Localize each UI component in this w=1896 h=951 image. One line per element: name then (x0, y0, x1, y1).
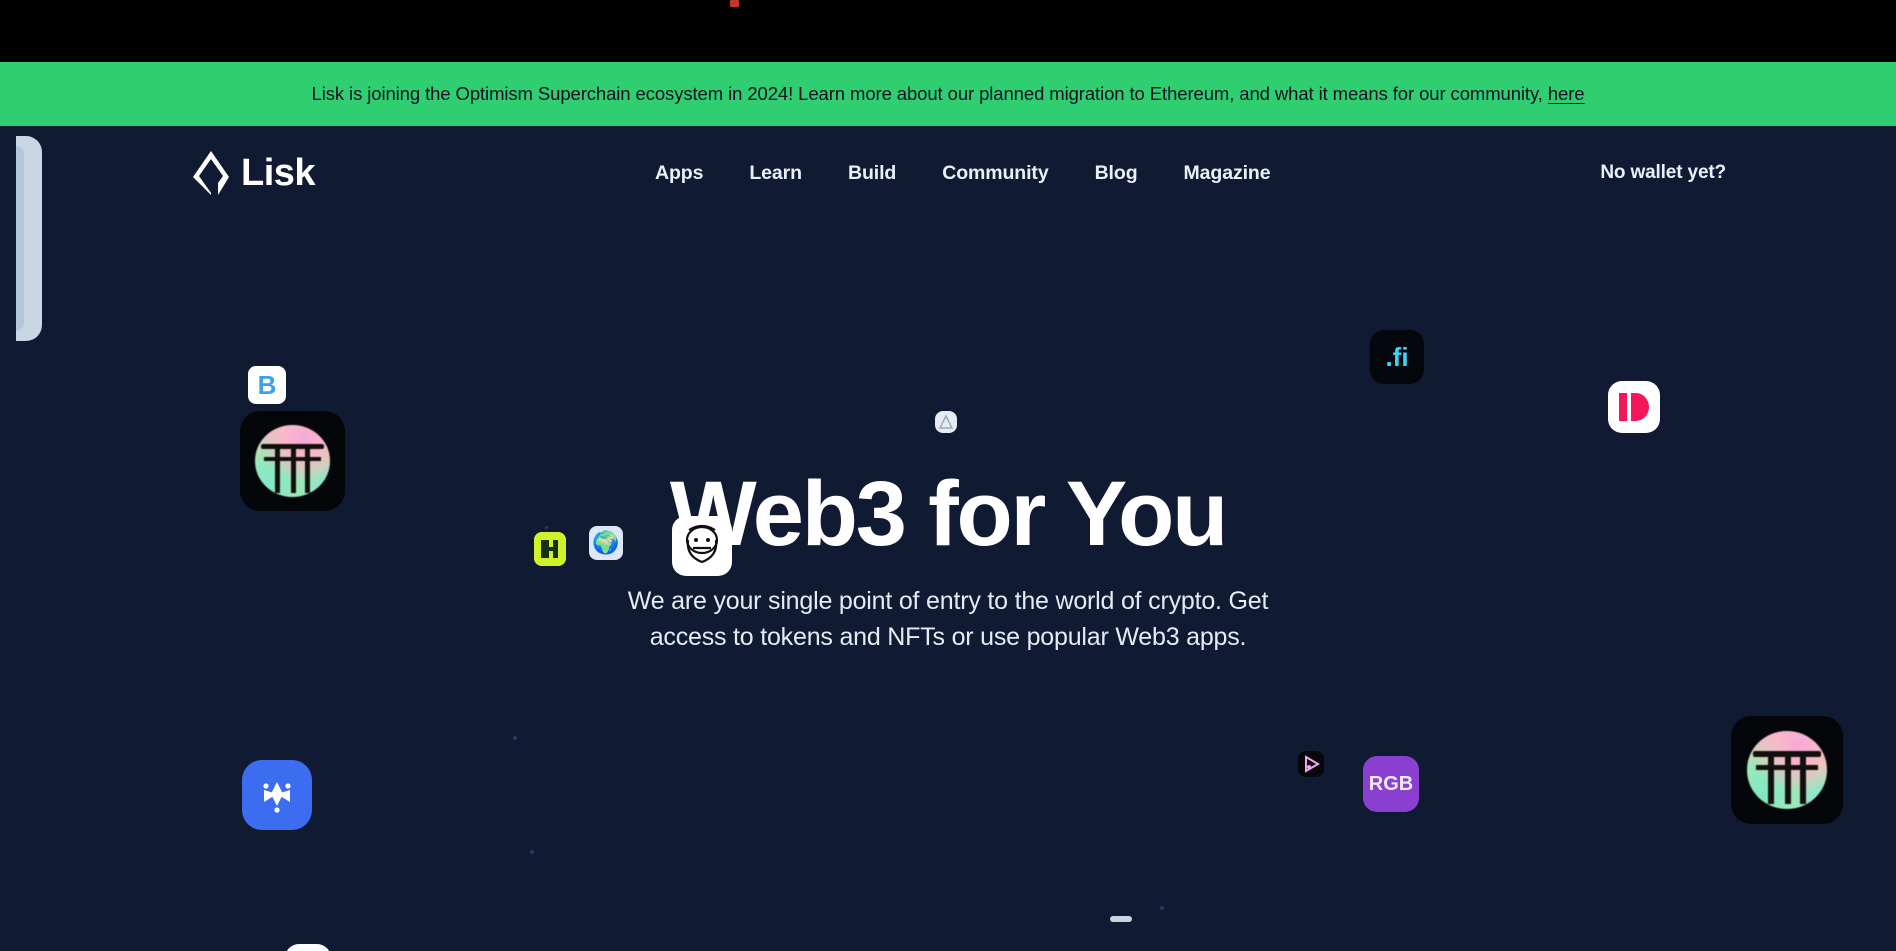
bitcoin-b-icon[interactable]: B (248, 366, 286, 404)
decorative-dash (1110, 916, 1132, 922)
announcement-message: Lisk is joining the Optimism Superchain … (311, 83, 1543, 104)
torii-gate-icon-large[interactable] (1731, 716, 1843, 824)
rgb-icon-label: RGB (1368, 772, 1414, 795)
dot-fi-icon[interactable]: .fi (1370, 330, 1424, 384)
globe-icon[interactable]: 🌍 (589, 526, 623, 560)
green-square-icon[interactable] (534, 532, 566, 566)
announcement-link[interactable]: here (1548, 83, 1585, 104)
bitcoin-b-icon-label: B (257, 369, 277, 400)
decorative-dot (545, 526, 548, 529)
id-badge-icon[interactable] (1608, 381, 1660, 433)
globe-icon-label: 🌍 (592, 530, 620, 555)
decorative-dot (530, 850, 534, 854)
browser-chrome-bar (0, 0, 1896, 62)
play-triangle-icon[interactable] (1298, 751, 1324, 777)
cookie-consent-bar: We use cookies, like (almost) all other … (470, 936, 1370, 951)
hero-subtitle: We are your single point of entry to the… (627, 587, 1269, 651)
decorative-dot (513, 736, 517, 740)
star-burst-icon[interactable] (242, 760, 312, 830)
chrome-tab-marker (730, 0, 739, 7)
bearded-face-icon[interactable] (672, 516, 732, 576)
rgb-icon[interactable]: RGB (1363, 756, 1419, 812)
decorative-dot (1160, 906, 1164, 910)
sigma-icon[interactable]: Σ (285, 944, 331, 951)
dot-fi-icon-label: .fi (1385, 341, 1409, 372)
announcement-banner: Lisk is joining the Optimism Superchain … (0, 62, 1896, 126)
page-body: Lisk Apps Learn Build Community Blog Mag… (0, 126, 1896, 951)
torii-gate-icon[interactable] (240, 411, 345, 511)
triangle-up-icon[interactable] (935, 411, 957, 433)
announcement-text: Lisk is joining the Optimism Superchain … (312, 83, 1585, 105)
